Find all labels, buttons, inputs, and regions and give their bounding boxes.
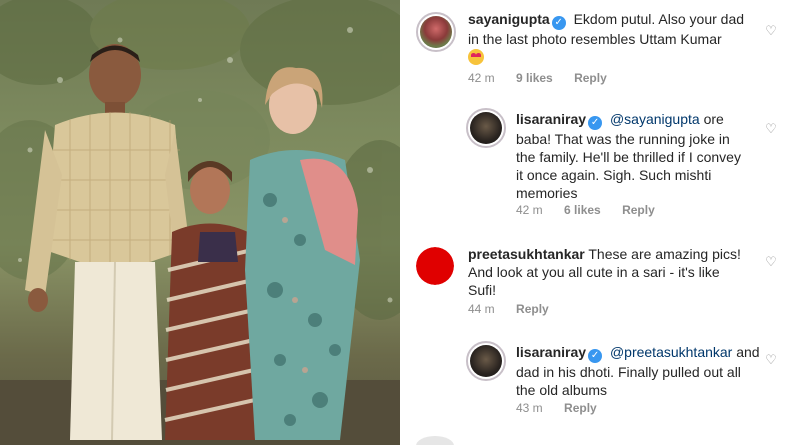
comment-text-line: ore	[703, 111, 724, 127]
comment-username[interactable]: lisaraniray	[516, 344, 586, 360]
comment-text-line: the family. He'll be thrilled if I conve…	[516, 149, 741, 165]
comment-meta: 42 m 6 likes Reply	[516, 203, 673, 217]
avatar[interactable]	[466, 108, 506, 148]
comment-text-line: memories	[516, 185, 578, 201]
comment-meta: 44 m Reply	[468, 302, 567, 316]
comment-text-line: These are amazing pics!	[588, 246, 741, 262]
mention-link[interactable]: @sayanigupta	[610, 111, 700, 127]
verified-badge-icon: ✓	[588, 116, 603, 130]
comment-text-line: Ekdom putul. Also your dad	[573, 11, 745, 27]
verified-badge-icon: ✓	[551, 16, 566, 30]
comment-item: sayanigupta ✓ Ekdom putul. Also your dad …	[400, 0, 800, 95]
comment-username[interactable]: lisaraniray	[516, 111, 586, 127]
heart-outline-icon[interactable]: ♡	[764, 353, 778, 367]
comment-meta: 43 m Reply	[516, 401, 615, 415]
heart-outline-icon[interactable]: ♡	[764, 122, 778, 136]
comment-time: 42 m	[516, 203, 543, 217]
reply-button[interactable]: Reply	[622, 203, 655, 217]
avatar[interactable]	[466, 341, 506, 381]
family-photo	[0, 0, 400, 445]
comment-meta: 42 m 9 likes Reply	[468, 71, 625, 85]
reply-button[interactable]: Reply	[574, 71, 607, 85]
verified-badge-icon: ✓	[588, 349, 603, 363]
reply-comment-item: lisaraniray ✓ @preetasukhtankar and dad i…	[400, 335, 800, 430]
comment-item: preetasukhtankar These are amazing pics!…	[400, 235, 800, 325]
comment-time: 43 m	[516, 401, 543, 415]
comment-text-line: it once again. Sigh. Such mishti	[516, 167, 712, 183]
comment-text-line: dad in his dhoti. Finally pulled out all	[516, 364, 741, 380]
mention-link[interactable]: @preetasukhtankar	[610, 344, 732, 360]
heart-eyes-emoji-icon	[468, 49, 484, 65]
comments-panel: sayanigupta ✓ Ekdom putul. Also your dad …	[400, 0, 800, 445]
comment-time: 42 m	[468, 71, 495, 85]
comment-text-line: baba! That was the running joke in	[516, 131, 730, 147]
next-comment-avatar-partial[interactable]	[416, 436, 454, 445]
comment-time: 44 m	[468, 302, 495, 316]
avatar[interactable]	[416, 247, 454, 285]
comment-text-line: And look at you all cute in a sari - it'…	[468, 264, 720, 280]
likes-count[interactable]: 9 likes	[516, 71, 553, 85]
comment-username[interactable]: preetasukhtankar	[468, 246, 585, 262]
photo-illustration	[0, 0, 400, 445]
reply-button[interactable]: Reply	[516, 302, 549, 316]
avatar[interactable]	[416, 12, 456, 52]
heart-outline-icon[interactable]: ♡	[764, 24, 778, 38]
comment-text-line: and	[736, 344, 760, 360]
comment-text-line: Sufi!	[468, 282, 497, 298]
comment-text-line: the old albums	[516, 382, 608, 398]
comment-username[interactable]: sayanigupta	[468, 11, 550, 27]
reply-button[interactable]: Reply	[564, 401, 597, 415]
heart-outline-icon[interactable]: ♡	[764, 255, 778, 269]
reply-comment-item: lisaraniray ✓ @sayanigupta ore baba! That…	[400, 100, 800, 225]
likes-count[interactable]: 6 likes	[564, 203, 601, 217]
comment-text-line: in the last photo resembles Uttam Kumar	[468, 31, 722, 47]
